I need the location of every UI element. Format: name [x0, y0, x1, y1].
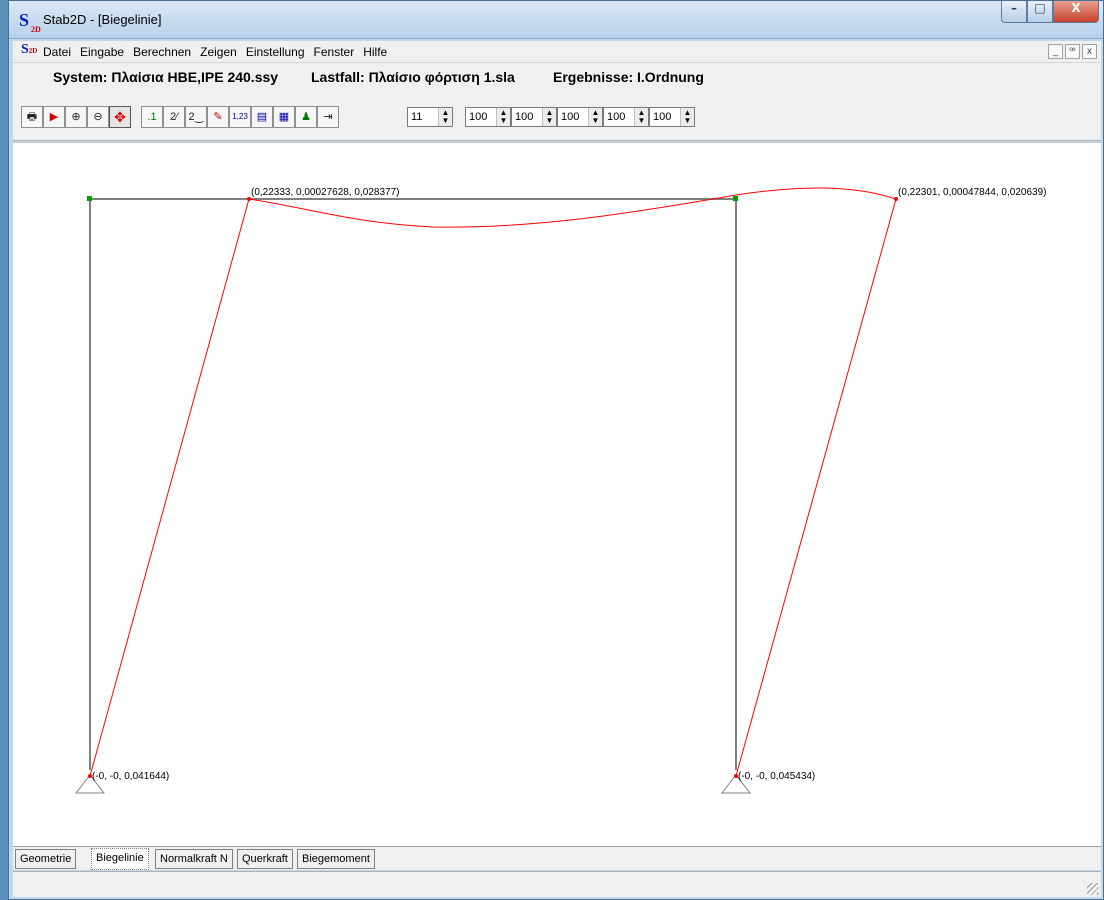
menu-hilfe[interactable]: Hilfe [363, 45, 387, 59]
factor-spinner-1[interactable]: 100 ▲ ▼ [465, 107, 511, 127]
mdi-restore-button[interactable]: ꟹ [1065, 44, 1080, 59]
status-bar [13, 871, 1101, 897]
close-button[interactable]: X [1053, 1, 1099, 23]
app-window: S 2D Stab2D - [Biegelinie] – □ X S2D Date… [8, 0, 1104, 900]
label-top-right: (0,22301, 0,00047844, 0,020639) [898, 187, 1046, 198]
print-preview-icon[interactable]: ▶ [43, 106, 65, 128]
result-person-icon[interactable]: ♟ [295, 106, 317, 128]
resize-grip-icon[interactable] [1087, 883, 1099, 895]
menu-zeigen[interactable]: Zeigen [200, 45, 237, 59]
label-bottom-left: (-0, -0, 0,041644) [92, 771, 169, 782]
app-logo-icon: S 2D [19, 10, 41, 34]
tab-biegelinie[interactable]: Biegelinie [91, 848, 149, 870]
system-label: System: Πλαίσια HBE,IPE 240.ssy [53, 69, 279, 85]
menu-eingabe[interactable]: Eingabe [80, 45, 124, 59]
spinner-arrows-icon[interactable]: ▲ ▼ [542, 108, 556, 126]
node-numbers-icon[interactable]: .1 [141, 106, 163, 128]
results-label: Ergebnisse: I.Ordnung [553, 69, 704, 85]
tab-querkraft[interactable]: Querkraft [237, 849, 293, 869]
spinner-arrows-icon[interactable]: ▲ ▼ [634, 108, 648, 126]
factor-spinner-3[interactable]: 100 ▲ ▼ [557, 107, 603, 127]
spinner-arrows-icon[interactable]: ▲ ▼ [680, 108, 694, 126]
member-numbers-icon[interactable]: 2⁄ [163, 106, 185, 128]
window-title: Stab2D - [Biegelinie] [43, 12, 162, 27]
drawing-canvas[interactable]: (0,22333, 0,00027628, 0,028377) (0,22301… [13, 142, 1101, 846]
tab-biegemoment[interactable]: Biegemoment [297, 849, 375, 869]
factor-spinner-2[interactable]: 100 ▲ ▼ [511, 107, 557, 127]
view-tabs: Geometrie Biegelinie Normalkraft N Querk… [13, 846, 1101, 870]
grid-icon[interactable]: ▦ [273, 106, 295, 128]
deflection-right-column [735, 198, 897, 777]
menu-bar: S2D Datei Eingabe Berechnen Zeigen Einst… [13, 41, 1101, 63]
zoom-in-icon[interactable]: ⊕ [65, 106, 87, 128]
menu-berechnen[interactable]: Berechnen [133, 45, 191, 59]
tab-geometrie[interactable]: Geometrie [15, 849, 77, 869]
minimize-button[interactable]: – [1001, 1, 1027, 23]
values-icon[interactable]: 1,23 [229, 106, 251, 128]
node-top-left[interactable] [87, 196, 92, 201]
print-icon[interactable]: 🖶 [21, 106, 43, 128]
spinner-arrows-icon[interactable]: ▲ ▼ [496, 108, 510, 126]
menu-einstellung[interactable]: Einstellung [246, 45, 305, 59]
export-icon[interactable]: ⇥ [317, 106, 339, 128]
load-case-label: Lastfall: Πλαίσιο φόρτιση 1.sla [311, 69, 515, 85]
spinner-arrows-icon[interactable]: ▲ ▼ [438, 108, 452, 126]
support-numbers-icon[interactable]: 2‿ [185, 106, 207, 128]
menu-fenster[interactable]: Fenster [314, 45, 355, 59]
info-bar: System: Πλαίσια HBE,IPE 240.ssy Lastfall… [13, 63, 1101, 91]
mdi-minimize-button[interactable]: _ [1048, 44, 1063, 59]
mdi-close-button[interactable]: x [1082, 44, 1097, 59]
deflection-left-column [89, 198, 250, 777]
document-logo-icon[interactable]: S2D [21, 42, 37, 58]
spinner-arrows-icon[interactable]: ▲ ▼ [588, 108, 602, 126]
tab-normalkraft[interactable]: Normalkraft N [155, 849, 233, 869]
label-bottom-right: (-0, -0, 0,045434) [738, 771, 815, 782]
factor-spinner-5[interactable]: 100 ▲ ▼ [649, 107, 695, 127]
menu-datei[interactable]: Datei [43, 45, 71, 59]
node-top-right[interactable] [733, 196, 738, 201]
toolbar: 🖶 ▶ ⊕ ⊖ ✥ .1 2⁄ 2‿ ✎ 1,23 ▤ ▦ ♟ ⇥ 11 ▲ ▼ … [13, 91, 1101, 141]
factor-spinner-4[interactable]: 100 ▲ ▼ [603, 107, 649, 127]
maximize-button[interactable]: □ [1027, 1, 1053, 23]
title-bar[interactable]: S 2D Stab2D - [Biegelinie] – □ X [9, 1, 1103, 39]
zoom-out-icon[interactable]: ⊖ [87, 106, 109, 128]
label-top-left: (0,22333, 0,00027628, 0,028377) [251, 187, 399, 198]
pan-icon[interactable]: ✥ [109, 106, 131, 128]
member-load-icon[interactable]: ✎ [207, 106, 229, 128]
scale-spinner[interactable]: 11 ▲ ▼ [407, 107, 453, 127]
frame-drawing: (0,22333, 0,00027628, 0,028377) (0,22301… [74, 187, 1046, 794]
table-icon[interactable]: ▤ [251, 106, 273, 128]
